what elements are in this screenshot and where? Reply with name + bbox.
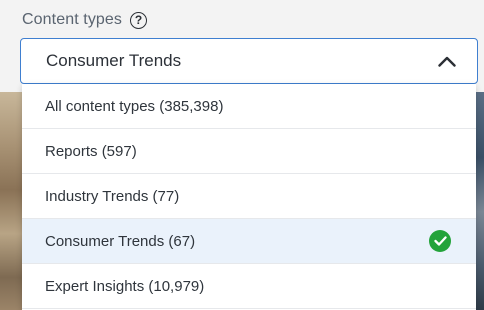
options-list: All content types (385,398) Reports (597… bbox=[22, 84, 476, 310]
option-reports[interactable]: Reports (597) bbox=[22, 129, 476, 174]
field-label: Content types bbox=[22, 11, 123, 28]
option-all-content-types[interactable]: All content types (385,398) bbox=[22, 84, 476, 129]
option-industry-trends[interactable]: Industry Trends (77) bbox=[22, 174, 476, 219]
field-label-row: Content types ? bbox=[22, 8, 148, 32]
content-types-filter: Content types ? Consumer Trends All cont… bbox=[0, 0, 484, 310]
option-expert-insights[interactable]: Expert Insights (10,979) bbox=[22, 264, 476, 309]
option-label: Industry Trends (77) bbox=[45, 187, 180, 205]
check-circle-icon bbox=[429, 230, 451, 252]
content-types-select[interactable]: Consumer Trends bbox=[20, 38, 478, 84]
selected-value: Consumer Trends bbox=[46, 51, 182, 70]
option-label: All content types (385,398) bbox=[45, 97, 224, 115]
chevron-up-icon[interactable] bbox=[437, 54, 457, 68]
option-consumer-trends[interactable]: Consumer Trends (67) bbox=[22, 219, 476, 264]
option-label: Consumer Trends (67) bbox=[45, 232, 196, 250]
option-label: Reports (597) bbox=[45, 142, 137, 160]
option-label: Expert Insights (10,979) bbox=[45, 277, 205, 295]
question-circle-icon[interactable]: ? bbox=[130, 11, 148, 29]
background-image-left bbox=[0, 92, 22, 310]
